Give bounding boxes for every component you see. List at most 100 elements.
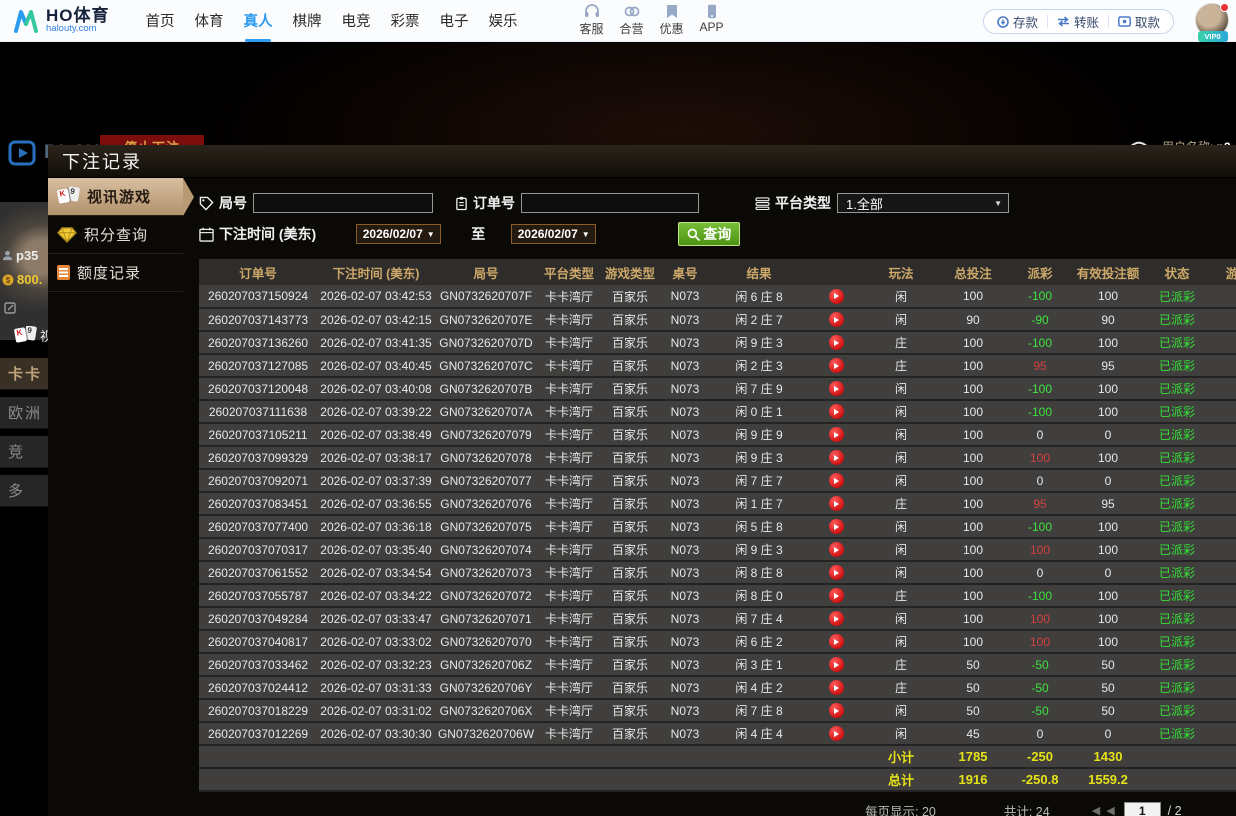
list-icon bbox=[755, 197, 770, 210]
cell-game-type: 百家乐 bbox=[601, 538, 659, 561]
page-number-input[interactable]: 1 bbox=[1124, 802, 1161, 816]
cell-time: 2026-02-07 03:39:22 bbox=[317, 400, 435, 423]
cell-time: 2026-02-07 03:33:47 bbox=[317, 607, 435, 630]
platform-type-select[interactable]: 1.全部 ▼ bbox=[837, 193, 1009, 213]
side-tab-kaka[interactable]: 卡卡 bbox=[0, 358, 48, 390]
table-row: 2602070370834512026-02-07 03:36:55GN0732… bbox=[199, 492, 1236, 515]
replay-play-button[interactable] bbox=[829, 473, 844, 488]
menu-item-live[interactable]: 真人 bbox=[244, 0, 273, 42]
quick-link-promotions[interactable]: 优惠 bbox=[660, 4, 684, 37]
replay-play-button[interactable] bbox=[829, 427, 844, 442]
date-from-picker[interactable]: 2026/02/07 ▼ bbox=[356, 224, 441, 244]
search-button[interactable]: 查询 bbox=[678, 222, 740, 246]
cell-order: 260207037143773 bbox=[199, 308, 317, 331]
side-tab-multi[interactable]: 多 bbox=[0, 475, 48, 507]
table-row: 2602070370993292026-02-07 03:38:17GN0732… bbox=[199, 446, 1236, 469]
cell-time: 2026-02-07 03:40:08 bbox=[317, 377, 435, 400]
cell-game bbox=[1209, 308, 1236, 331]
round-number-input[interactable] bbox=[253, 193, 433, 213]
cell-side: 闲 bbox=[865, 469, 937, 492]
replay-play-button[interactable] bbox=[829, 496, 844, 511]
user-avatar[interactable]: VIP0 bbox=[1195, 3, 1230, 41]
cell-platform: 卡卡湾厅 bbox=[537, 538, 601, 561]
replay-play-button[interactable] bbox=[829, 289, 844, 304]
side-tab-competition[interactable]: 竞 bbox=[0, 436, 48, 468]
cell-table-no: N073 bbox=[659, 722, 711, 745]
table-row: 2602070370557872026-02-07 03:34:22GN0732… bbox=[199, 584, 1236, 607]
sidebar-item-live-games[interactable]: 9K视讯游戏 bbox=[48, 178, 183, 216]
modal-sidebar: 9K视讯游戏积分查询额度记录 bbox=[48, 178, 183, 816]
cell-valid-bet: 100 bbox=[1071, 377, 1145, 400]
replay-play-button[interactable] bbox=[829, 404, 844, 419]
replay-play-button[interactable] bbox=[829, 542, 844, 557]
order-number-input[interactable] bbox=[521, 193, 699, 213]
cell-game-type: 百家乐 bbox=[601, 492, 659, 515]
cell-payout: -100 bbox=[1009, 515, 1071, 538]
menu-item-slots[interactable]: 电子 bbox=[440, 0, 469, 42]
menu-item-home[interactable]: 首页 bbox=[146, 0, 175, 42]
first-page-button[interactable]: ◀ bbox=[1092, 804, 1100, 816]
cell-side: 闲 bbox=[865, 377, 937, 400]
replay-play-button[interactable] bbox=[829, 703, 844, 718]
cell-replay bbox=[807, 722, 865, 745]
menu-item-sports[interactable]: 体育 bbox=[195, 0, 224, 42]
side-tab-europe[interactable]: 欧洲 bbox=[0, 397, 48, 429]
menu-item-esports[interactable]: 电竞 bbox=[342, 0, 371, 42]
cell-result: 闲 7 庄 4 bbox=[711, 607, 807, 630]
quick-link-app-download[interactable]: APP bbox=[700, 4, 724, 34]
quick-link-customer-service[interactable]: 客服 bbox=[580, 4, 604, 37]
cell-valid-bet: 50 bbox=[1071, 653, 1145, 676]
cell-result: 闲 7 庄 9 bbox=[711, 377, 807, 400]
site-logo[interactable]: HO体育 halouty.com bbox=[12, 7, 110, 35]
menu-item-entertainment[interactable]: 娱乐 bbox=[489, 0, 518, 42]
cell-status: 已派彩 bbox=[1145, 699, 1209, 722]
cell-game-type: 百家乐 bbox=[601, 308, 659, 331]
cell-game-type: 百家乐 bbox=[601, 561, 659, 584]
replay-play-button[interactable] bbox=[829, 611, 844, 626]
cell-round: GN0732620706X bbox=[435, 699, 537, 722]
menu-item-board-games[interactable]: 棋牌 bbox=[293, 0, 322, 42]
table-footer: 每页显示: 20 共计: 24 ◀ ◀ 1 / 2 bbox=[199, 801, 1236, 816]
replay-play-button[interactable] bbox=[829, 519, 844, 534]
transfer-button[interactable]: 转账 bbox=[1048, 12, 1108, 31]
menu-item-lottery[interactable]: 彩票 bbox=[391, 0, 420, 42]
withdraw-button[interactable]: 取款 bbox=[1109, 12, 1169, 31]
cell-replay bbox=[807, 285, 865, 308]
replay-play-button[interactable] bbox=[829, 657, 844, 672]
cell-replay bbox=[807, 676, 865, 699]
cell-round: GN07326207071 bbox=[435, 607, 537, 630]
sidebar-item-credit-records[interactable]: 额度记录 bbox=[48, 254, 183, 292]
date-to-picker[interactable]: 2026/02/07 ▼ bbox=[511, 224, 596, 244]
cell-replay bbox=[807, 331, 865, 354]
replay-play-button[interactable] bbox=[829, 680, 844, 695]
wallet-buttons: 存款转账取款 bbox=[983, 9, 1174, 34]
cell-side: 闲 bbox=[865, 400, 937, 423]
replay-play-button[interactable] bbox=[829, 335, 844, 350]
prev-page-button[interactable]: ◀ bbox=[1106, 804, 1114, 816]
cell-time: 2026-02-07 03:35:40 bbox=[317, 538, 435, 561]
sidebar-item-points-query[interactable]: 积分查询 bbox=[48, 216, 183, 254]
replay-play-button[interactable] bbox=[829, 450, 844, 465]
cell-game bbox=[1209, 699, 1236, 722]
cell-time: 2026-02-07 03:34:54 bbox=[317, 561, 435, 584]
replay-play-button[interactable] bbox=[829, 358, 844, 373]
quick-link-partnership[interactable]: 合营 bbox=[620, 4, 644, 37]
cell-order: 260207037136260 bbox=[199, 331, 317, 354]
cell-replay bbox=[807, 469, 865, 492]
replay-play-button[interactable] bbox=[829, 726, 844, 741]
replay-play-button[interactable] bbox=[829, 381, 844, 396]
replay-play-button[interactable] bbox=[829, 588, 844, 603]
cell-game bbox=[1209, 653, 1236, 676]
cell-side: 闲 bbox=[865, 308, 937, 331]
cell-result: 闲 6 庄 2 bbox=[711, 630, 807, 653]
replay-play-button[interactable] bbox=[829, 312, 844, 327]
replay-play-button[interactable] bbox=[829, 634, 844, 649]
cell-side: 闲 bbox=[865, 446, 937, 469]
total-label: 小计 bbox=[865, 745, 937, 768]
chevron-down-icon: ▼ bbox=[994, 199, 1002, 208]
deposit-button[interactable]: 存款 bbox=[988, 12, 1047, 31]
replay-play-button[interactable] bbox=[829, 565, 844, 580]
cell-game-type: 百家乐 bbox=[601, 676, 659, 699]
cell-side: 闲 bbox=[865, 285, 937, 308]
cell-total-bet: 50 bbox=[937, 699, 1009, 722]
